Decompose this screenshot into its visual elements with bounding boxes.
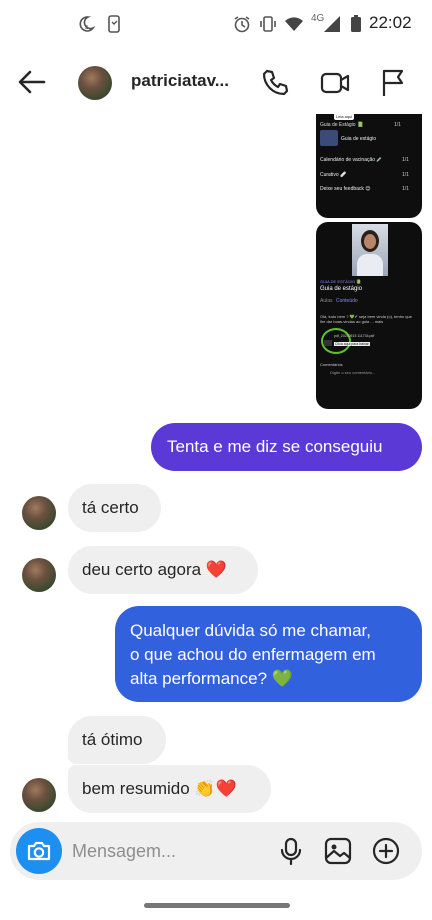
camera-button[interactable] [16,828,62,874]
screenshot-row-count: 1/1 [402,157,409,163]
shared-screenshot-lesson[interactable]: GUIA DE ESTÁGIO 📗 Guia de estágio Aulas … [316,222,422,409]
svg-text:z: z [85,24,88,31]
message-text-line: alta performance? 💚 [130,669,293,688]
module-thumbnail [320,130,338,146]
contact-avatar-small[interactable] [22,496,56,530]
screenshot-heading: Guia de Estágio 📗 [320,122,364,128]
clock: 22:02 [369,13,412,32]
comment-placeholder: Digite o seu comentário... [330,370,376,375]
outgoing-message[interactable]: Qualquer dúvida só me chamar, o que acho… [115,606,422,702]
microphone-icon[interactable] [276,836,306,866]
wifi-icon [285,17,303,31]
screenshot-module-title: Guia de estágio [341,136,377,142]
screenshot-row-label: Curativo 🩹 [320,172,347,178]
phone-icon[interactable] [260,68,290,98]
incoming-message[interactable]: tá ótimo [68,716,166,764]
message-text: bem resumido 👏❤️ [82,779,237,798]
lesson-section-label: GUIA DE ESTÁGIO 📗 [320,279,362,284]
message-input[interactable] [72,836,262,866]
file-thumbnail [324,340,332,346]
home-indicator[interactable] [144,903,290,908]
incoming-message[interactable]: deu certo agora ❤️ [68,546,258,594]
back-arrow-icon[interactable] [14,66,50,98]
status-bar: z 4G 22:02 [0,0,432,48]
add-circle-icon[interactable] [371,836,401,866]
screenshot-badge-text: Leia aqui [336,114,353,119]
contact-avatar-small[interactable] [22,778,56,812]
screenshot-row-label: Calendário de vacinação 💉 [320,157,383,163]
message-text-line: o que achou do enfermagem em [130,645,376,664]
lesson-tab-active: Conteúdo [336,298,358,304]
message-text: Tenta e me diz se conseguiu [167,437,383,456]
comments-label: Comentários [320,362,343,367]
message-text: tá certo [82,498,139,517]
incoming-message[interactable]: tá certo [68,484,161,532]
contact-name[interactable]: patriciatav... [131,71,229,91]
message-text: tá ótimo [82,730,143,749]
contact-avatar[interactable] [78,66,112,100]
incoming-message[interactable]: bem resumido 👏❤️ [68,765,271,813]
screenshot-row-label: Deixe seu feedback 😊 [320,186,371,192]
presenter-body [357,254,383,276]
signal-icon [324,16,340,32]
chat-header: patriciatav... [0,48,432,116]
flag-icon[interactable] [378,68,408,98]
presenter-face [364,234,376,249]
moon-icon: z [79,16,96,32]
phone-alert-icon [108,15,120,33]
alarm-icon [234,16,250,33]
outgoing-message[interactable]: Tenta e me diz se conseguiu [151,423,422,471]
screenshot-row-count: 1/1 [402,186,409,192]
lesson-title: Guia de estágio [320,286,363,292]
camera-icon [27,841,51,861]
gallery-icon[interactable] [323,836,353,866]
video-thumbnail [352,224,388,276]
file-name: pdf_20230515 111734.pdf [334,334,375,338]
video-icon[interactable] [320,68,350,98]
shared-screenshot-course-list[interactable]: Leia aqui Guia de Estágio 📗 1/1 Guia de … [316,114,422,218]
file-download-cta: Clica aqui para baixar [334,342,370,346]
message-text-line: Qualquer dúvida só me chamar, [130,621,371,640]
message-text: deu certo agora ❤️ [82,560,227,579]
contact-avatar-small[interactable] [22,558,56,592]
lesson-tab: Aulas [320,298,333,304]
battery-icon [351,15,361,32]
lesson-text: Olá, tudo bem ? 💚✔ seja bem vinda (o), t… [320,314,412,324]
screenshot-counter: 1/1 [394,122,401,128]
message-composer [10,822,422,880]
screenshot-row-count: 1/1 [402,172,409,178]
vibrate-icon [260,16,276,32]
